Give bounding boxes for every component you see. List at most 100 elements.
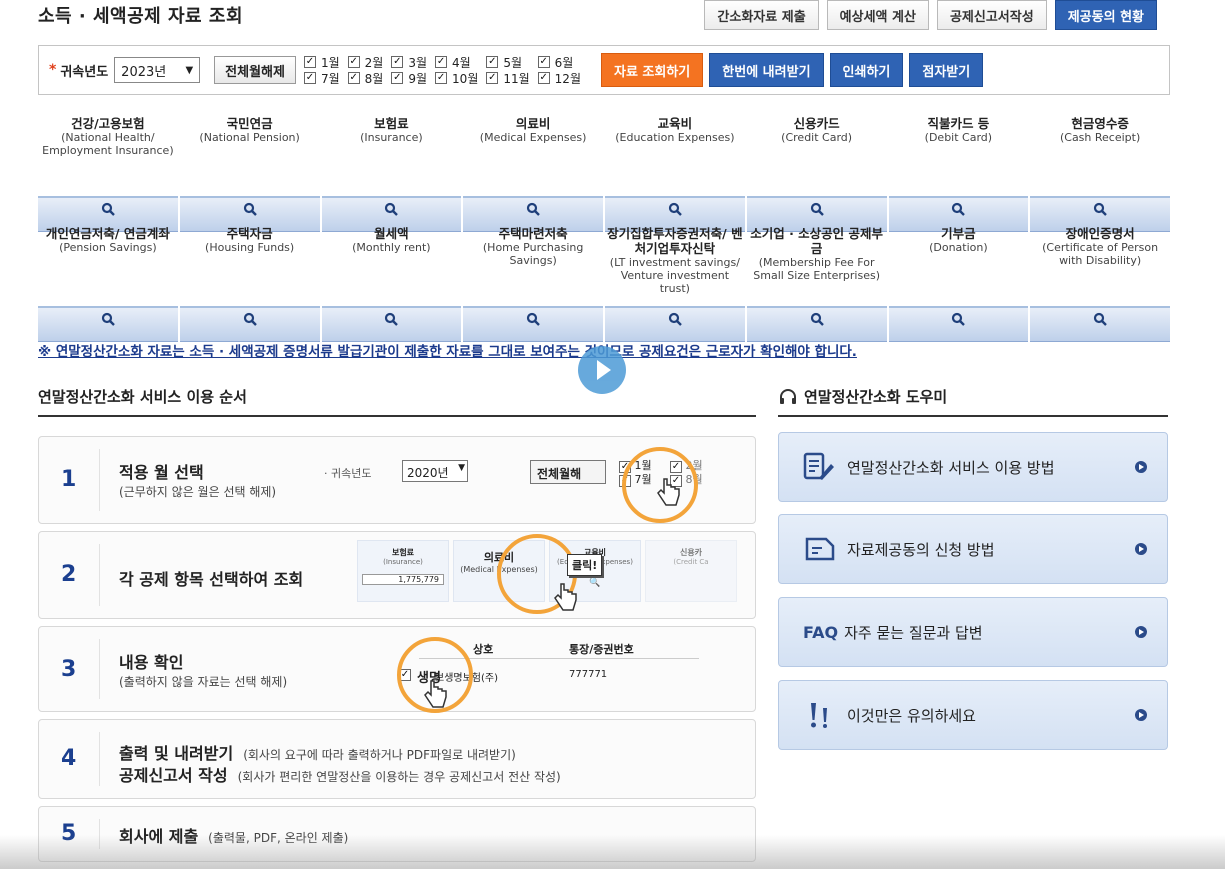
category-title: 보험료 xyxy=(374,116,409,131)
illus-year-label: · 귀속년도 xyxy=(324,467,372,480)
pointer-hand-icon xyxy=(424,680,447,708)
helper-usage-guide[interactable]: 연말정산간소화 서비스 이용 방법 xyxy=(778,432,1168,502)
year-select[interactable]: 2023년 ▼ xyxy=(114,57,201,83)
category-title: 기부금 xyxy=(941,226,976,241)
category-label-group: 보험료 (Insurance) xyxy=(360,112,423,196)
category-title: 장기집합투자증권저축/ 벤처기업투자신탁 xyxy=(607,226,743,256)
step-4: 4 출력 및 내려받기 (회사의 요구에 따라 출력하거나 PDF파일로 내려받기… xyxy=(38,719,756,799)
step-title: 적용 월 선택 xyxy=(119,463,204,482)
month-checkbox-10[interactable]: ✓ 10월 xyxy=(435,71,478,86)
category-subtitle: (Debit Card) xyxy=(924,131,993,144)
print-button[interactable]: 인쇄하기 xyxy=(829,53,904,87)
step-2: 2 각 공제 항목 선택하여 조회 보험료 (Insurance) 1,775,… xyxy=(38,531,756,619)
download-all-button[interactable]: 한번에 내려받기 xyxy=(709,53,824,87)
illus-category-sub: (Insurance) xyxy=(383,558,423,566)
month-checkbox-7[interactable]: ✓ 7월 xyxy=(303,71,340,86)
helper-label: 자료제공동의 신청 방법 xyxy=(847,540,995,559)
row2-category-1: 주택자금 (Housing Funds) xyxy=(179,222,320,342)
category-search-button[interactable] xyxy=(38,306,178,342)
search-icon xyxy=(810,202,824,216)
month-checkbox-6[interactable]: ✓ 6월 xyxy=(537,55,581,70)
deselect-all-months-button[interactable]: 전체월해제 xyxy=(214,56,296,84)
chevron-down-icon: ▼ xyxy=(458,463,465,473)
checkbox-checked-icon: ✓ xyxy=(435,72,448,84)
category-search-button[interactable] xyxy=(1030,306,1170,342)
category-title: 월세액 xyxy=(374,226,409,241)
month-checkbox-12[interactable]: ✓ 12월 xyxy=(537,71,581,86)
category-search-button[interactable] xyxy=(888,306,1029,342)
category-subtitle: (National Pension) xyxy=(199,131,300,144)
category-label-group: 기부금 (Donation) xyxy=(929,222,988,306)
year-select-value: 2023년 xyxy=(121,64,167,80)
search-icon xyxy=(101,202,115,216)
category-subtitle: (Membership Fee For Small Size Enterpris… xyxy=(753,256,880,282)
row2-category-2: 월세액 (Monthly rent) xyxy=(321,222,462,342)
helper-consent-guide[interactable]: 자료제공동의 신청 방법 xyxy=(778,514,1168,584)
helper-faq[interactable]: FAQ 자주 묻는 질문과 답변 xyxy=(778,597,1168,667)
illus-deselect-button: 전체월해 xyxy=(530,460,606,484)
category-label-group: 직불카드 등 (Debit Card) xyxy=(925,112,992,196)
pointer-hand-icon xyxy=(657,478,680,506)
helper-heading: 연말정산간소화 도우미 xyxy=(804,388,948,406)
braille-button[interactable]: 점자받기 xyxy=(909,53,984,87)
category-search-button[interactable] xyxy=(605,306,745,342)
category-subtitle: (Insurance) xyxy=(360,131,423,144)
checkbox-checked-icon: ✓ xyxy=(347,72,360,84)
illus-col-header: 통장/증권번호 xyxy=(569,643,634,656)
category-label-group: 의료비 (Medical Expenses) xyxy=(480,112,587,196)
guide-heading: 연말정산간소화 서비스 이용 순서 xyxy=(38,386,756,417)
search-icon xyxy=(243,202,257,216)
write-deduction-form-button[interactable]: 공제신고서작성 xyxy=(936,0,1047,30)
category-label-group: 국민연금 (National Pension) xyxy=(199,112,299,196)
faq-prefix: FAQ xyxy=(803,622,839,642)
page-title: 소득 · 세액공제 자료 조회 xyxy=(38,6,244,27)
category-row-1: 건강/고용보험 (National Health/ Employment Insu… xyxy=(38,112,1170,232)
category-search-button[interactable] xyxy=(746,306,887,342)
notice-link[interactable]: ※ 연말정산간소화 자료는 소득 · 세액공제 증명서류 발급기관이 제출한 자… xyxy=(38,340,857,360)
chevron-down-icon: ▼ xyxy=(185,64,194,76)
search-icon xyxy=(668,202,682,216)
month-checkbox-2[interactable]: ✓ 2월 xyxy=(347,55,383,70)
estimate-tax-button[interactable]: 예상세액 계산 xyxy=(826,0,929,30)
row1-category-6: 직불카드 등 (Debit Card) xyxy=(888,112,1029,232)
illus-year-value: 2020년 xyxy=(407,466,449,480)
exclamation-icon xyxy=(803,700,837,730)
consent-status-button[interactable]: 제공동의 현황 xyxy=(1054,0,1157,30)
row1-category-4: 교육비 (Education Expenses) xyxy=(605,112,745,232)
category-title: 주택마련저축 xyxy=(498,226,568,241)
top-button-group: 간소화자료 제출 예상세액 계산 공제신고서작성 제공동의 현황 xyxy=(704,0,1157,30)
helper-caution[interactable]: 이것만은 유의하세요 xyxy=(778,680,1168,750)
month-checkbox-8[interactable]: ✓ 8월 xyxy=(347,71,383,86)
category-search-button[interactable] xyxy=(321,306,462,342)
illus-category-value: 1,775,779 xyxy=(362,574,444,585)
search-icon xyxy=(810,312,824,326)
search-icon xyxy=(952,312,966,326)
category-label-group: 주택마련저축 (Home Purchasing Savings) xyxy=(463,222,603,306)
row2-category-3: 주택마련저축 (Home Purchasing Savings) xyxy=(463,222,603,342)
search-data-button[interactable]: 자료 조회하기 xyxy=(600,53,704,87)
step-description: (회사의 요구에 따라 출력하거나 PDF파일로 내려받기) xyxy=(243,748,516,762)
category-subtitle: (Housing Funds) xyxy=(205,241,295,254)
month-checkbox-11[interactable]: ✓ 11월 xyxy=(486,71,530,86)
month-checkbox-9[interactable]: ✓ 9월 xyxy=(391,71,427,86)
category-search-button[interactable] xyxy=(179,306,320,342)
month-checkbox-3[interactable]: ✓ 3월 xyxy=(391,55,427,70)
illus-category-title: 보험료 xyxy=(391,548,415,557)
category-title: 개인연금저축/ 연금계좌 xyxy=(45,226,170,241)
step-number: 1 xyxy=(61,467,77,492)
category-title: 의료비 xyxy=(515,116,551,131)
category-subtitle: (LT investment savings/ Venture investme… xyxy=(609,256,740,295)
month-checkbox-5[interactable]: ✓ 5월 xyxy=(486,55,529,70)
month-checkbox-1[interactable]: ✓ 1월 xyxy=(303,55,340,70)
faq-icon: FAQ xyxy=(803,617,838,647)
circle-arrow-icon xyxy=(1135,626,1147,638)
search-icon xyxy=(243,312,257,326)
month-checkbox-4[interactable]: ✓ 4월 xyxy=(435,55,478,70)
category-title: 주택자금 xyxy=(226,226,273,241)
submit-simplified-data-button[interactable]: 간소화자료 제출 xyxy=(704,0,819,30)
category-search-button[interactable] xyxy=(463,306,603,342)
category-title: 국민연금 xyxy=(226,116,273,131)
step-2-illustration: 보험료 (Insurance) 1,775,779 의료비 (Medical E… xyxy=(357,534,753,614)
document-pen-icon xyxy=(803,452,837,482)
category-subtitle: (Donation) xyxy=(929,241,988,254)
